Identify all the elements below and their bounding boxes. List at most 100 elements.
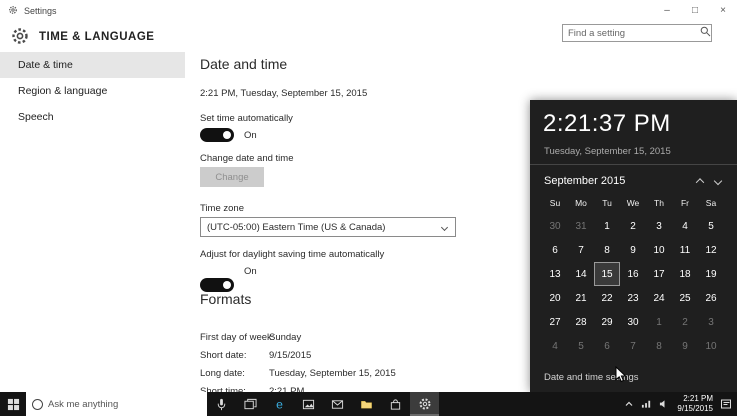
- set-time-auto-toggle[interactable]: [200, 128, 234, 142]
- calendar-day[interactable]: 22: [594, 286, 620, 310]
- search-icon[interactable]: [700, 26, 711, 40]
- calendar-month-label[interactable]: September 2015: [544, 175, 691, 187]
- calendar-day[interactable]: 16: [620, 262, 646, 286]
- calendar-prev-button[interactable]: [691, 173, 709, 189]
- format-row: First day of week: Sunday: [200, 328, 396, 346]
- format-row: Short date: 9/15/2015: [200, 346, 396, 364]
- calendar-day-header: Su: [549, 198, 561, 208]
- tray-clock[interactable]: 2:21 PM 9/15/2015: [677, 394, 713, 414]
- set-time-auto-state: On: [244, 130, 257, 141]
- sidebar-item-date-time[interactable]: Date & time: [0, 52, 185, 78]
- calendar-day[interactable]: 30: [542, 214, 568, 238]
- calendar-day[interactable]: 28: [568, 310, 594, 334]
- calendar-day[interactable]: 27: [542, 310, 568, 334]
- format-row: Long date: Tuesday, September 15, 2015: [200, 364, 396, 382]
- task-view-icon[interactable]: [236, 392, 265, 416]
- close-button[interactable]: ×: [709, 0, 737, 22]
- calendar-day[interactable]: 10: [646, 238, 672, 262]
- calendar-next-button[interactable]: [709, 173, 727, 189]
- calendar-day[interactable]: 31: [568, 214, 594, 238]
- calendar-day[interactable]: 25: [672, 286, 698, 310]
- chevron-up-icon: [695, 178, 705, 187]
- calendar-day[interactable]: 11: [672, 238, 698, 262]
- network-icon[interactable]: [641, 399, 652, 409]
- calendar-day[interactable]: 1: [646, 310, 672, 334]
- calendar-day[interactable]: 1: [594, 214, 620, 238]
- calendar-day[interactable]: 6: [594, 334, 620, 358]
- store-icon[interactable]: [381, 392, 410, 416]
- calendar-day[interactable]: 17: [646, 262, 672, 286]
- format-value: 9/15/2015: [269, 349, 312, 361]
- calendar-day[interactable]: 26: [698, 286, 724, 310]
- sidebar-item-region-language[interactable]: Region & language: [0, 78, 185, 104]
- sidebar-item-speech[interactable]: Speech: [0, 104, 185, 130]
- taskbar-search-input[interactable]: [48, 398, 207, 410]
- change-date-time-label: Change date and time: [200, 153, 294, 164]
- calendar-day[interactable]: 5: [698, 214, 724, 238]
- microphone-icon[interactable]: [207, 392, 236, 416]
- calendar-day[interactable]: 24: [646, 286, 672, 310]
- tray-date: 9/15/2015: [677, 404, 713, 413]
- calendar-day[interactable]: 29: [594, 310, 620, 334]
- format-label: Long date:: [200, 367, 245, 379]
- calendar-day[interactable]: 10: [698, 334, 724, 358]
- photos-icon[interactable]: [294, 392, 323, 416]
- page-title: TIME & LANGUAGE: [39, 31, 155, 43]
- calendar-day[interactable]: 13: [542, 262, 568, 286]
- calendar-day[interactable]: 7: [568, 238, 594, 262]
- calendar-day[interactable]: 9: [620, 238, 646, 262]
- calendar-day[interactable]: 3: [646, 214, 672, 238]
- calendar-day[interactable]: 23: [620, 286, 646, 310]
- calendar-day[interactable]: 5: [568, 334, 594, 358]
- start-button[interactable]: [0, 392, 26, 416]
- timezone-dropdown[interactable]: (UTC-05:00) Eastern Time (US & Canada): [200, 217, 456, 237]
- find-setting-search[interactable]: [562, 24, 712, 42]
- calendar-day-selected[interactable]: 15: [594, 262, 620, 286]
- action-center-icon[interactable]: [720, 398, 732, 410]
- calendar-day[interactable]: 2: [620, 214, 646, 238]
- tray-time: 2:21 PM: [683, 394, 713, 403]
- taskbar-icons: e: [207, 392, 439, 416]
- calendar-day[interactable]: 8: [646, 334, 672, 358]
- svg-text:e: e: [276, 397, 283, 411]
- volume-icon[interactable]: [659, 399, 670, 409]
- calendar-day[interactable]: 2: [672, 310, 698, 334]
- caption-buttons: – □ ×: [653, 0, 737, 22]
- edge-icon[interactable]: e: [265, 392, 294, 416]
- calendar-day[interactable]: 7: [620, 334, 646, 358]
- calendar-day-header: Mo: [575, 198, 587, 208]
- calendar-day[interactable]: 14: [568, 262, 594, 286]
- calendar-day[interactable]: 3: [698, 310, 724, 334]
- calendar-day[interactable]: 6: [542, 238, 568, 262]
- calendar-day[interactable]: 12: [698, 238, 724, 262]
- calendar-day[interactable]: 18: [672, 262, 698, 286]
- cortana-search-box[interactable]: [26, 392, 207, 416]
- formats-heading: Formats: [200, 291, 252, 307]
- timezone-label: Time zone: [200, 203, 244, 214]
- gear-icon: [10, 26, 30, 49]
- change-button[interactable]: Change: [200, 167, 264, 187]
- calendar-day[interactable]: 4: [542, 334, 568, 358]
- settings-icon[interactable]: [410, 392, 439, 416]
- calendar-day[interactable]: 21: [568, 286, 594, 310]
- file-explorer-icon[interactable]: [352, 392, 381, 416]
- maximize-button[interactable]: □: [681, 0, 709, 22]
- calendar-day[interactable]: 19: [698, 262, 724, 286]
- daylight-saving-toggle[interactable]: [200, 278, 234, 292]
- calendar-day[interactable]: 4: [672, 214, 698, 238]
- calendar-day[interactable]: 20: [542, 286, 568, 310]
- settings-window: Settings – □ × TIME & LANGUAGE Date & ti…: [0, 0, 737, 416]
- chevron-up-icon[interactable]: [624, 399, 634, 409]
- sidebar: Date & time Region & language Speech: [0, 52, 185, 130]
- chevron-down-icon: [713, 176, 723, 186]
- formats-list: First day of week: Sunday Short date: 9/15/…: [200, 328, 396, 400]
- minimize-button[interactable]: –: [653, 0, 681, 22]
- calendar-day[interactable]: 30: [620, 310, 646, 334]
- mail-icon[interactable]: [323, 392, 352, 416]
- window-title: Settings: [24, 6, 57, 16]
- date-time-settings-link[interactable]: Date and time settings: [544, 372, 639, 383]
- calendar-day[interactable]: 9: [672, 334, 698, 358]
- calendar-month-row: September 2015: [544, 172, 727, 190]
- calendar-day[interactable]: 8: [594, 238, 620, 262]
- search-input[interactable]: [568, 27, 700, 39]
